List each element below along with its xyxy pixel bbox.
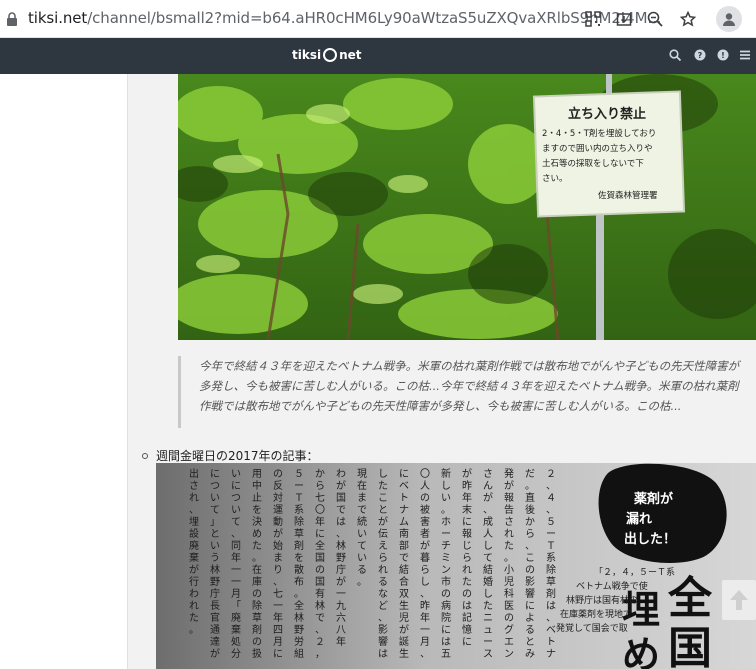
qr-code-icon[interactable] bbox=[583, 9, 603, 29]
url-path: /channel/bsmall2?mid=b64.aHR0cHM6Ly90aWt… bbox=[87, 9, 662, 27]
logo-left-text: tiksi bbox=[292, 48, 322, 62]
browser-toolbar: tiksi.net/channel/bsmall2?mid=b64.aHR0cH… bbox=[0, 0, 756, 38]
sign-title: 立ち入り禁止 bbox=[568, 106, 646, 122]
sign-footer: 佐賀森林管理署 bbox=[598, 190, 658, 201]
menu-icon[interactable] bbox=[738, 48, 752, 62]
logo-right-text: net bbox=[339, 48, 362, 62]
svg-text:出した！: 出した！ bbox=[624, 531, 676, 547]
newspaper-column: 発が報告された。小児科医のグエン bbox=[504, 467, 514, 660]
newspaper-clipping-photo[interactable]: ２、４、５ーＴ系除草剤は、ベトナ だ。直後から、この影響によるとみ 発が報告された。… bbox=[156, 463, 756, 669]
newspaper-column: ５ーＴ系除草剤を散布。全林野労組 bbox=[294, 469, 304, 660]
list-item: 週間金曜日の2017年の記事： bbox=[142, 447, 319, 464]
list-item-label: 週間金曜日の2017年の記事： bbox=[156, 449, 319, 463]
logo-mark-icon bbox=[323, 48, 338, 62]
newspaper-column: の反対運動が始まり、七一年四月に bbox=[273, 469, 283, 660]
newspaper-column: 用中止を決めた。在庫の除草剤の扱 bbox=[252, 469, 262, 660]
svg-text:め: め bbox=[622, 633, 660, 669]
newspaper-column: わが国では、林野庁が一九六八年 bbox=[336, 468, 346, 648]
svg-text:!: ! bbox=[721, 51, 725, 60]
address-bar[interactable]: tiksi.net/channel/bsmall2?mid=b64.aHR0cH… bbox=[28, 9, 662, 27]
info-icon[interactable]: ! bbox=[716, 48, 730, 62]
post-content: 立ち入り禁止 2・4・5・T剤を埋設しており ますので囲い内の立ち入りや 土石等… bbox=[128, 74, 756, 669]
forest-sign-photo[interactable]: 立ち入り禁止 2・4・5・T剤を埋設しており ますので囲い内の立ち入りや 土石等… bbox=[178, 74, 756, 340]
zoom-out-icon[interactable] bbox=[645, 9, 665, 29]
svg-text:「２，４，５ーＴ系: 「２，４，５ーＴ系 bbox=[594, 567, 675, 578]
sign-line-4: さい。 bbox=[542, 174, 568, 184]
svg-text:漏れ: 漏れ bbox=[626, 511, 652, 527]
newspaper-column: 新しい。ホーチミン市の病院には五 bbox=[441, 467, 451, 660]
bullet-circle-icon bbox=[142, 452, 148, 459]
profile-avatar[interactable] bbox=[716, 6, 742, 32]
sign-line-1: 2・4・5・T剤を埋設しており bbox=[542, 128, 656, 139]
left-sidebar bbox=[0, 74, 128, 669]
article-quote: 今年で終結４３年を迎えたベトナム戦争。米軍の枯れ葉剤作戦では散布地でがんや子ども… bbox=[178, 356, 750, 428]
svg-text:全: 全 bbox=[667, 573, 713, 624]
svg-text:在庫薬剤を現地で: 在庫薬剤を現地で bbox=[560, 608, 632, 620]
site-header: tiksi net bbox=[0, 38, 756, 74]
url-host: tiksi.net bbox=[28, 9, 88, 27]
arrow-up-icon bbox=[730, 590, 748, 610]
svg-text:?: ? bbox=[698, 51, 703, 60]
newspaper-column: 出され、埋設廃棄が行われた。 bbox=[189, 467, 199, 636]
sign-line-2: ますので囲い内の立ち入りや bbox=[542, 143, 653, 154]
scroll-to-top-button[interactable] bbox=[722, 580, 756, 620]
newspaper-column: いについて、同年一一月「廃棄処分 bbox=[231, 469, 241, 660]
svg-text:林野庁は国有林の: 林野庁は国有林の bbox=[566, 594, 638, 606]
newspaper-column: ２、４、５ーＴ系除草剤は、ベトナ bbox=[546, 469, 556, 660]
svg-text:国: 国 bbox=[668, 623, 712, 669]
install-app-icon[interactable] bbox=[614, 9, 634, 29]
newspaper-column: が昨年末に報じられたのは記憶に bbox=[462, 467, 472, 648]
site-logo[interactable]: tiksi net bbox=[292, 48, 362, 62]
svg-text:ベトナム戦争で使: ベトナム戦争で使 bbox=[576, 580, 648, 592]
search-icon[interactable] bbox=[668, 48, 682, 62]
quote-text: 今年で終結４３年を迎えたベトナム戦争。米軍の枯れ葉剤作戦では散布地でがんや子ども… bbox=[199, 359, 740, 413]
help-icon[interactable]: ? bbox=[693, 48, 707, 62]
sign-line-3: 土石等の採取をしないで下 bbox=[542, 158, 644, 169]
svg-text:発覚して国会で取: 発覚して国会で取 bbox=[556, 622, 628, 634]
bookmark-star-icon[interactable] bbox=[678, 9, 698, 29]
svg-text:薬剤が: 薬剤が bbox=[633, 491, 673, 507]
lock-icon[interactable] bbox=[6, 11, 20, 27]
